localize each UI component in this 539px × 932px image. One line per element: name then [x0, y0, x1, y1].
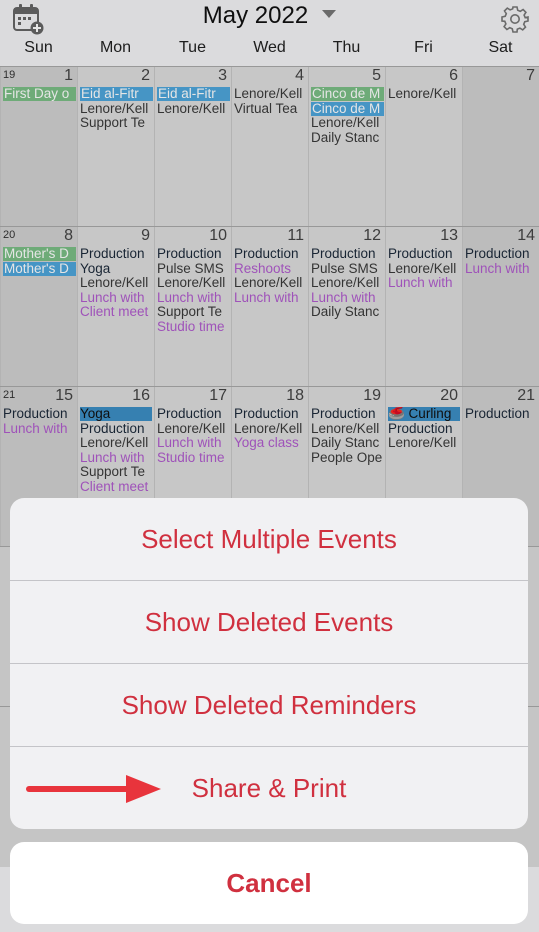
cancel-button[interactable]: Cancel — [10, 842, 528, 924]
show-deleted-events-button[interactable]: Show Deleted Events — [10, 580, 528, 663]
annotation-arrow-icon — [26, 775, 161, 803]
select-multiple-events-button[interactable]: Select Multiple Events — [10, 498, 528, 580]
show-deleted-reminders-button[interactable]: Show Deleted Reminders — [10, 663, 528, 746]
